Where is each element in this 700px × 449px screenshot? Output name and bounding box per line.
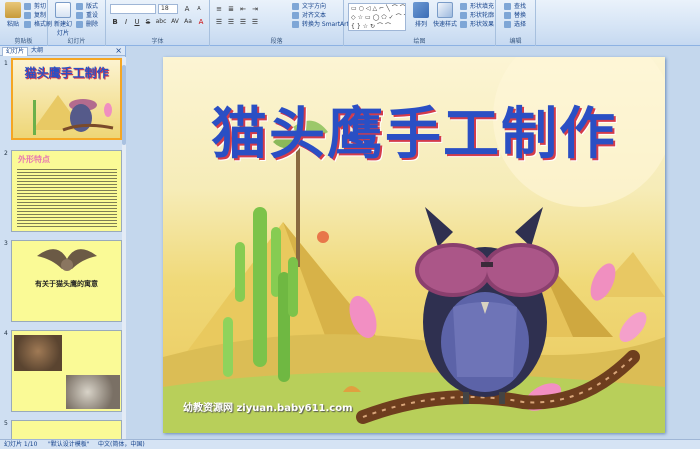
thumbnail-owl-photo-1 [14,335,62,371]
slide-thumbnail-4[interactable] [11,330,122,412]
paste-icon [5,2,21,18]
editing-group: 查找 替换 选择 编辑 [496,0,536,46]
editing-group-label: 编辑 [509,38,522,45]
panel-tabs: 幻灯片 大纲 × [0,46,125,56]
arrange-button[interactable]: 排列 [410,2,432,28]
slide-thumbnail-5[interactable] [11,420,122,440]
thumbnail-owl-photo-2 [66,375,120,409]
delete-slide-button[interactable]: 删除 [76,20,98,29]
replace-button[interactable]: 替换 [504,11,526,20]
decrease-indent-icon[interactable]: ⇤ [238,4,248,14]
tab-outline[interactable]: 大纲 [28,47,46,55]
align-right-icon[interactable]: ☰ [238,17,248,27]
paragraph-group: ≡ ≣ ⇤ ⇥ ☰ ☰ ☰ ☰ 文字方向 对齐文本 转换为 SmartArt 段… [210,0,349,46]
drawing-group-label: 绘图 [413,38,426,45]
thumbnail-owl-illustration [33,95,114,135]
status-bar: 幻灯片 1/10 "默认设计模板" 中文(简体，中国) [0,439,700,449]
slide-thumbnail-panel: 幻灯片 大纲 × 1 猫头鹰手工制作 2 外形特点 3 有关于猫头鹰的寓意 4 … [0,46,126,440]
text-direction-button[interactable]: 文字方向 [292,2,326,11]
new-slide-icon [55,2,71,18]
font-group: 18 A A B I U S abc AV Aa A 字体 [106,0,210,46]
slide-thumbnail-1[interactable]: 猫头鹰手工制作 [11,58,122,140]
slide-thumbnail-3[interactable]: 有关于猫头鹰的寓意 [11,240,122,322]
slides-group-label: 幻灯片 [67,38,86,45]
quick-styles-icon [437,2,453,18]
slides-group: 新建幻灯片 版式 重设 删除 幻灯片 [48,0,106,46]
font-group-label: 字体 [151,38,164,45]
numbering-icon[interactable]: ≣ [226,4,236,14]
slide-thumbnail-2[interactable]: 外形特点 [11,150,122,232]
copy-button[interactable]: 复制 [24,11,46,20]
slide-count-status: 幻灯片 1/10 [4,441,38,448]
underline-button[interactable]: U [132,17,142,27]
shape-fill-button[interactable]: 形状填充 [460,2,494,11]
font-color-button[interactable]: A [196,17,206,27]
new-slide-button[interactable]: 新建幻灯片 [52,2,74,37]
smartart-button[interactable]: 转换为 SmartArt [292,20,349,29]
clipboard-group-label: 剪贴板 [14,38,33,45]
font-size-select[interactable]: 18 [158,4,178,14]
font-family-select[interactable] [110,4,156,14]
thumbnail-number: 5 [4,420,8,427]
char-spacing-button[interactable]: AV [169,17,181,27]
tab-slides[interactable]: 幻灯片 [2,47,29,56]
thumbnail-number: 3 [4,240,8,247]
grow-font-button[interactable]: A [182,4,192,14]
shapes-gallery[interactable]: ▭○◁△⌐╲⌒⌒ ◇☆▭◯⬠✓⌒⌒ {}☆↻⌒⌒ [348,3,406,31]
paragraph-group-label: 段落 [270,38,283,45]
shape-outline-button[interactable]: 形状轮廓 [460,11,494,20]
reset-button[interactable]: 重设 [76,11,98,20]
paste-button[interactable]: 粘贴 [2,2,24,28]
thumbnail-number: 1 [4,60,8,67]
thumbnail-number: 4 [4,330,8,337]
align-text-button[interactable]: 对齐文本 [292,11,326,20]
find-button[interactable]: 查找 [504,2,526,11]
theme-status: "默认设计模板" [48,441,90,448]
bold-button[interactable]: B [110,17,120,27]
increase-indent-icon[interactable]: ⇥ [250,4,260,14]
ribbon: 粘贴 剪切 复制 格式刷 剪贴板 新建幻灯片 版式 重设 删除 幻灯片 18 A… [0,0,700,46]
thumbnail-title: 外形特点 [18,155,50,164]
slide-editing-area: 猫头鹰手工制作 幼教资源网 ziyuan.baby611.com [127,46,700,439]
shrink-font-button[interactable]: A [194,4,204,14]
change-case-button[interactable]: Aa [182,17,194,27]
select-button[interactable]: 选择 [504,20,526,29]
italic-button[interactable]: I [121,17,131,27]
bullets-icon[interactable]: ≡ [214,4,224,14]
arrange-icon [413,2,429,18]
close-panel-icon[interactable]: × [115,46,122,56]
justify-icon[interactable]: ☰ [250,17,260,27]
thumbnail-number: 2 [4,150,8,157]
strikethrough-button[interactable]: S [143,17,153,27]
thumbnail-title: 有关于猫头鹰的寓意 [35,280,98,288]
slide-title[interactable]: 猫头鹰手工制作 [163,89,665,170]
clipboard-group: 粘贴 剪切 复制 格式刷 剪贴板 [0,0,52,46]
watermark-text: 幼教资源网 ziyuan.baby611.com [183,403,353,414]
panel-scrollbar-thumb[interactable] [122,65,126,145]
current-slide[interactable]: 猫头鹰手工制作 幼教资源网 ziyuan.baby611.com [163,57,665,433]
quick-styles-button[interactable]: 快速样式 [432,2,458,28]
align-left-icon[interactable]: ☰ [214,17,224,27]
panel-scrollbar[interactable] [122,57,126,439]
layout-button[interactable]: 版式 [76,2,98,11]
shadow-button[interactable]: abc [154,17,168,27]
thumbnail-text-lines [17,167,117,229]
language-status[interactable]: 中文(简体，中国) [98,440,145,449]
align-center-icon[interactable]: ☰ [226,17,236,27]
drawing-group: ▭○◁△⌐╲⌒⌒ ◇☆▭◯⬠✓⌒⌒ {}☆↻⌒⌒ 排列 快速样式 形状填充 形状轮廓… [344,0,496,46]
cut-button[interactable]: 剪切 [24,2,46,11]
shape-effects-button[interactable]: 形状效果 [460,20,494,29]
